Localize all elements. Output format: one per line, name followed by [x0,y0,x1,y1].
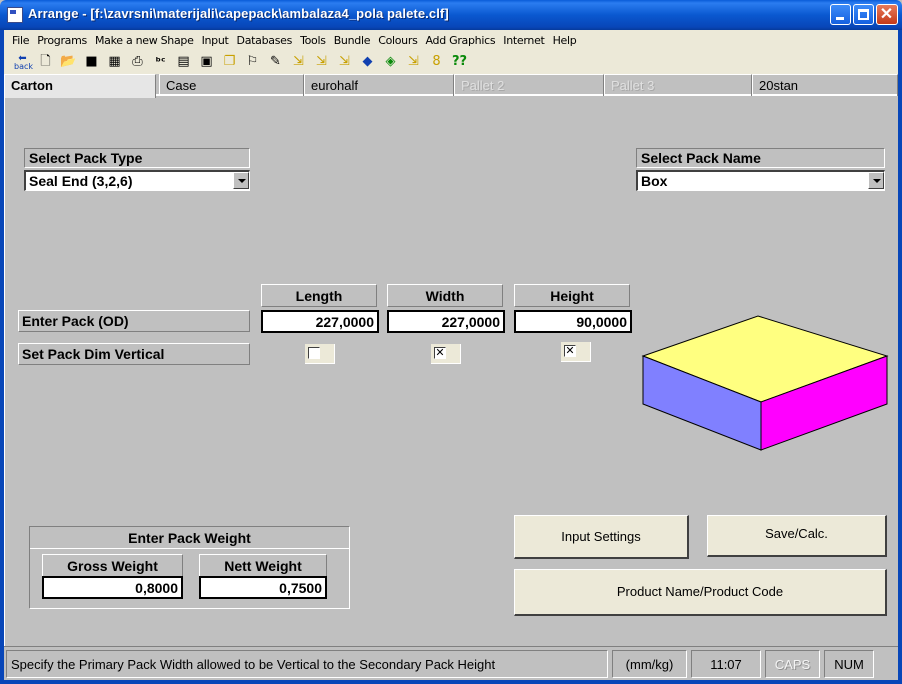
menu-help[interactable]: Help [549,34,581,47]
cube-icon[interactable]: ◈ [382,54,399,70]
menu-make-new-shape[interactable]: Make a new Shape [91,34,198,47]
height-header: Height [514,284,630,307]
close-icon: ✕ [879,6,894,23]
help-icon[interactable]: ?? [451,54,468,70]
length-input[interactable]: 227,0000 [261,310,379,333]
bottle-icon[interactable]: 8 [428,54,445,70]
nett-weight-label: Nett Weight [199,554,327,577]
pack-name-label: Select Pack Name [636,148,885,168]
maximize-button[interactable] [853,4,874,25]
input-settings-button[interactable]: Input Settings [514,515,689,559]
height-input[interactable]: 90,0000 [514,310,632,333]
window-frame-left [0,74,4,684]
pack-type-select[interactable]: Seal End (3,2,6) [24,170,250,191]
status-message: Specify the Primary Pack Width allowed t… [6,650,608,678]
width-vertical-check[interactable]: ✕ [434,347,446,359]
back-icon[interactable]: ⬅ back [14,54,34,71]
menu-bundle[interactable]: Bundle [330,34,375,47]
open-folder-icon[interactable]: 📂 [60,54,77,70]
copy-icon[interactable]: ❐ [221,54,238,70]
gross-weight-input[interactable]: 0,8000 [42,576,183,599]
toolbar: ⬅ back 🗋 📂 ■ ▦ ⎙ ᵇᶜ ▤ ▣ ❐ ⚐ ✎ ⇲ ⇲ ⇲ ◆ ◈ … [0,50,902,74]
arrange3-icon[interactable]: ⇲ [336,54,353,70]
close-button[interactable]: ✕ [876,4,898,25]
tab-case[interactable]: Case [159,74,304,96]
save-icon[interactable]: ■ [83,54,100,70]
pack-type-value: Seal End (3,2,6) [29,173,133,189]
status-time: 11:07 [691,650,761,678]
menu-file[interactable]: File [8,34,33,47]
window-title: Arrange - [f:\zavrsni\materijali\capepac… [28,6,449,21]
status-caps: CAPS [765,650,820,678]
print-icon[interactable]: ⎙ [129,54,146,70]
arrange2-icon[interactable]: ⇲ [313,54,330,70]
title-bar[interactable]: Arrange - [f:\zavrsni\materijali\capepac… [0,0,902,30]
tab-strip: Carton Case eurohalf Pallet 2 Pallet 3 2… [4,74,898,98]
pack-weight-group: Enter Pack Weight Gross Weight 0,8000 Ne… [29,526,350,609]
menu-add-graphics[interactable]: Add Graphics [422,34,500,47]
pack-name-select[interactable]: Box [636,170,885,191]
pack-type-dropdown-button[interactable] [233,172,249,189]
tab-pallet-3: Pallet 3 [604,74,752,96]
minimize-button[interactable] [830,4,851,25]
menu-databases[interactable]: Databases [233,34,297,47]
width-vertical-checkbox[interactable]: ✕ [431,344,461,364]
calculator-icon[interactable]: ▦ [106,54,123,70]
edit-icon[interactable]: ✎ [267,54,284,70]
nett-weight-input[interactable]: 0,7500 [199,576,327,599]
menu-colours[interactable]: Colours [374,34,421,47]
tab-eurohalf[interactable]: eurohalf [304,74,454,96]
length-vertical-check[interactable] [308,347,320,359]
chevron-down-icon [873,179,881,183]
height-vertical-check[interactable]: ✕ [564,345,576,357]
menu-tools[interactable]: Tools [296,34,330,47]
carton-panel: Select Pack Type Seal End (3,2,6) Select… [4,96,898,646]
menu-internet[interactable]: Internet [499,34,548,47]
set-pack-dim-vertical-label: Set Pack Dim Vertical [18,343,250,365]
tab-20stan[interactable]: 20stan [752,74,898,96]
save-calc-button[interactable]: Save/Calc. [707,515,887,557]
pack-type-label: Select Pack Type [24,148,250,168]
back-label: back [14,62,34,71]
new-file-icon[interactable]: 🗋 [37,54,54,70]
width-input[interactable]: 227,0000 [387,310,505,333]
status-num: NUM [824,650,874,678]
paint-icon[interactable]: ◆ [359,54,376,70]
length-header: Length [261,284,377,307]
pack-name-value: Box [641,173,668,189]
gross-weight-label: Gross Weight [42,554,183,577]
length-vertical-checkbox[interactable] [305,344,335,364]
app-icon[interactable] [7,7,23,23]
minimize-icon [836,17,844,20]
menu-input[interactable]: Input [198,34,233,47]
image-icon[interactable]: ▣ [198,54,215,70]
product-name-code-button[interactable]: Product Name/Product Code [514,569,887,616]
tab-pallet-2: Pallet 2 [454,74,604,96]
document-icon[interactable]: ▤ [175,54,192,70]
window-frame-right [898,74,902,684]
width-header: Width [387,284,503,307]
status-units: (mm/kg) [612,650,687,678]
window-frame-bottom [0,680,902,684]
app-window: Arrange - [f:\zavrsni\materijali\capepac… [0,0,902,684]
pack-weight-title: Enter Pack Weight [30,527,349,549]
menu-programs[interactable]: Programs [33,34,91,47]
maximize-icon [858,9,869,20]
arrange-icon[interactable]: ⇲ [290,54,307,70]
status-bar: Specify the Primary Pack Width allowed t… [4,646,898,680]
height-vertical-checkbox[interactable]: ✕ [561,342,591,362]
menu-bar: File Programs Make a new Shape Input Dat… [0,30,902,50]
arrange4-icon[interactable]: ⇲ [405,54,422,70]
tree-icon[interactable]: ⚐ [244,54,261,70]
box-preview [641,315,889,451]
tab-carton[interactable]: Carton [4,74,156,98]
chevron-down-icon [238,179,246,183]
pack-name-dropdown-button[interactable] [868,172,884,189]
spell-check-icon[interactable]: ᵇᶜ [152,54,169,70]
enter-pack-od-label: Enter Pack (OD) [18,310,250,332]
